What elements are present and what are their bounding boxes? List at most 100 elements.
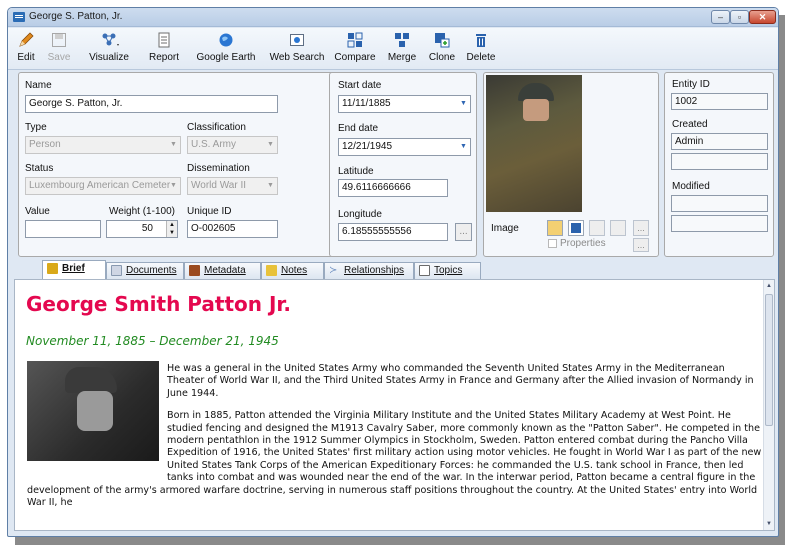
properties-checkbox[interactable] <box>548 239 557 248</box>
scroll-up-icon[interactable]: ▲ <box>764 281 774 291</box>
unique-id-label: Unique ID <box>187 206 232 217</box>
scroll-down-icon[interactable]: ▼ <box>764 519 774 529</box>
paste-image-icon[interactable] <box>610 220 626 236</box>
visualize-icon <box>100 32 119 50</box>
close-button[interactable]: ✕ <box>749 10 776 24</box>
entity-id-field: 1002 <box>671 93 768 110</box>
identity-panel: Name George S. Patton, Jr. Type Person ▼… <box>18 72 334 257</box>
chevron-down-icon: ▼ <box>170 182 177 189</box>
classification-select[interactable]: U.S. Army ▼ <box>187 136 278 154</box>
chevron-down-icon: ▼ <box>267 141 274 148</box>
edit-button[interactable]: Edit <box>14 30 38 68</box>
brief-title: George Smith Patton Jr. <box>26 292 292 316</box>
value-label: Value <box>25 206 50 217</box>
meta-panel: Entity ID 1002 Created Admin Modified <box>664 72 774 257</box>
google-earth-button[interactable]: Google Earth <box>189 30 263 68</box>
relationships-icon: ≻ <box>329 265 338 276</box>
delete-button[interactable]: Delete <box>464 30 498 68</box>
dissemination-label: Dissemination <box>187 163 250 174</box>
visualize-button[interactable]: Visualize <box>80 30 138 68</box>
clone-icon <box>433 32 451 50</box>
topics-icon <box>419 265 430 276</box>
pencil-icon <box>17 32 35 50</box>
longitude-label: Longitude <box>338 209 382 220</box>
weight-stepper[interactable]: 50 ▲ ▼ <box>106 220 178 238</box>
title-bar[interactable]: George S. Patton, Jr. – ▫ ✕ <box>8 8 778 27</box>
delete-image-icon[interactable] <box>589 220 605 236</box>
weight-label: Weight (1-100) <box>109 206 175 217</box>
tab-strip: Brief Documents Metadata Notes ≻ Relatio… <box>8 260 778 280</box>
end-date-picker[interactable]: 12/21/1945 ▼ <box>338 138 471 156</box>
name-input[interactable]: George S. Patton, Jr. <box>25 95 278 113</box>
tab-metadata[interactable]: Metadata <box>184 262 261 279</box>
tab-relationships[interactable]: ≻ Relationships <box>324 262 414 279</box>
latitude-input[interactable]: 49.6116666666 <box>338 179 448 197</box>
created-label: Created <box>672 119 708 130</box>
type-select[interactable]: Person ▼ <box>25 136 181 154</box>
minimize-button[interactable]: – <box>711 10 730 24</box>
end-date-label: End date <box>338 123 379 134</box>
toolbar: Edit Save Visualize Report Google Earth <box>8 28 778 70</box>
start-date-picker[interactable]: 11/11/1885 ▼ <box>338 95 471 113</box>
image-more-button[interactable]: ... <box>633 220 649 236</box>
maximize-button[interactable]: ▫ <box>730 10 749 24</box>
image-label: Image <box>491 223 519 234</box>
compare-icon <box>346 32 364 50</box>
created-by-field: Admin <box>671 133 768 150</box>
web-search-button[interactable]: Web Search <box>268 30 326 68</box>
classification-value: U.S. Army <box>191 139 237 150</box>
tab-notes[interactable]: Notes <box>261 262 324 279</box>
globe-icon <box>217 32 235 50</box>
status-select[interactable]: Luxembourg American Cemeter ▼ <box>25 177 181 195</box>
created-date-field <box>671 153 768 170</box>
window-title: George S. Patton, Jr. <box>29 11 123 22</box>
chevron-down-icon: ▼ <box>460 143 467 150</box>
tab-topics[interactable]: Topics <box>414 262 481 279</box>
notes-icon <box>266 265 277 276</box>
classification-label: Classification <box>187 122 246 133</box>
report-button[interactable]: Report <box>146 30 182 68</box>
unique-id-input[interactable]: O-002605 <box>187 220 278 238</box>
dissemination-value: World War II <box>191 180 247 191</box>
brief-icon <box>47 263 58 274</box>
chevron-down-icon: ▼ <box>170 141 177 148</box>
latitude-label: Latitude <box>338 166 374 177</box>
compare-button[interactable]: Compare <box>333 30 377 68</box>
value-input[interactable] <box>25 220 101 238</box>
modified-date-field <box>671 215 768 232</box>
scroll-thumb[interactable] <box>765 294 773 426</box>
merge-button[interactable]: Merge <box>384 30 420 68</box>
save-button[interactable]: Save <box>44 30 74 68</box>
vertical-scrollbar[interactable]: ▲ ▼ <box>763 280 774 530</box>
tab-documents[interactable]: Documents <box>106 262 184 279</box>
longitude-input[interactable]: 6.18555555556 <box>338 223 448 241</box>
properties-more-button[interactable]: ... <box>633 238 649 252</box>
chevron-down-icon: ▼ <box>460 100 467 107</box>
dates-panel: Start date 11/11/1885 ▼ End date 12/21/1… <box>329 72 477 257</box>
properties-label: Properties <box>560 238 606 249</box>
open-folder-icon[interactable] <box>547 220 563 236</box>
entity-id-label: Entity ID <box>672 79 710 90</box>
metadata-icon <box>189 265 200 276</box>
face-shape <box>523 99 549 121</box>
brief-content[interactable]: George Smith Patton Jr. November 11, 188… <box>14 279 775 531</box>
entity-photo <box>486 75 582 212</box>
image-panel: Image ... Properties ... <box>483 72 659 257</box>
location-picker-button[interactable]: ... <box>455 223 472 241</box>
type-label: Type <box>25 122 47 133</box>
brief-body: He was a general in the United States Ar… <box>27 363 762 519</box>
spinner-arrows-icon[interactable]: ▲ ▼ <box>166 221 177 237</box>
brief-dates: November 11, 1885 – December 21, 1945 <box>26 334 279 348</box>
report-icon <box>155 32 173 50</box>
save-icon <box>50 32 68 50</box>
end-date-value: 12/21/1945 <box>342 141 393 152</box>
modified-by-field <box>671 195 768 212</box>
tab-brief[interactable]: Brief <box>42 260 106 280</box>
documents-icon <box>111 265 122 276</box>
save-image-icon[interactable] <box>568 220 584 236</box>
trash-icon <box>472 32 490 50</box>
clone-button[interactable]: Clone <box>426 30 458 68</box>
entity-window: George S. Patton, Jr. – ▫ ✕ Edit Save Vi… <box>7 7 779 537</box>
dissemination-select[interactable]: World War II ▼ <box>187 177 278 195</box>
status-label: Status <box>25 163 54 174</box>
